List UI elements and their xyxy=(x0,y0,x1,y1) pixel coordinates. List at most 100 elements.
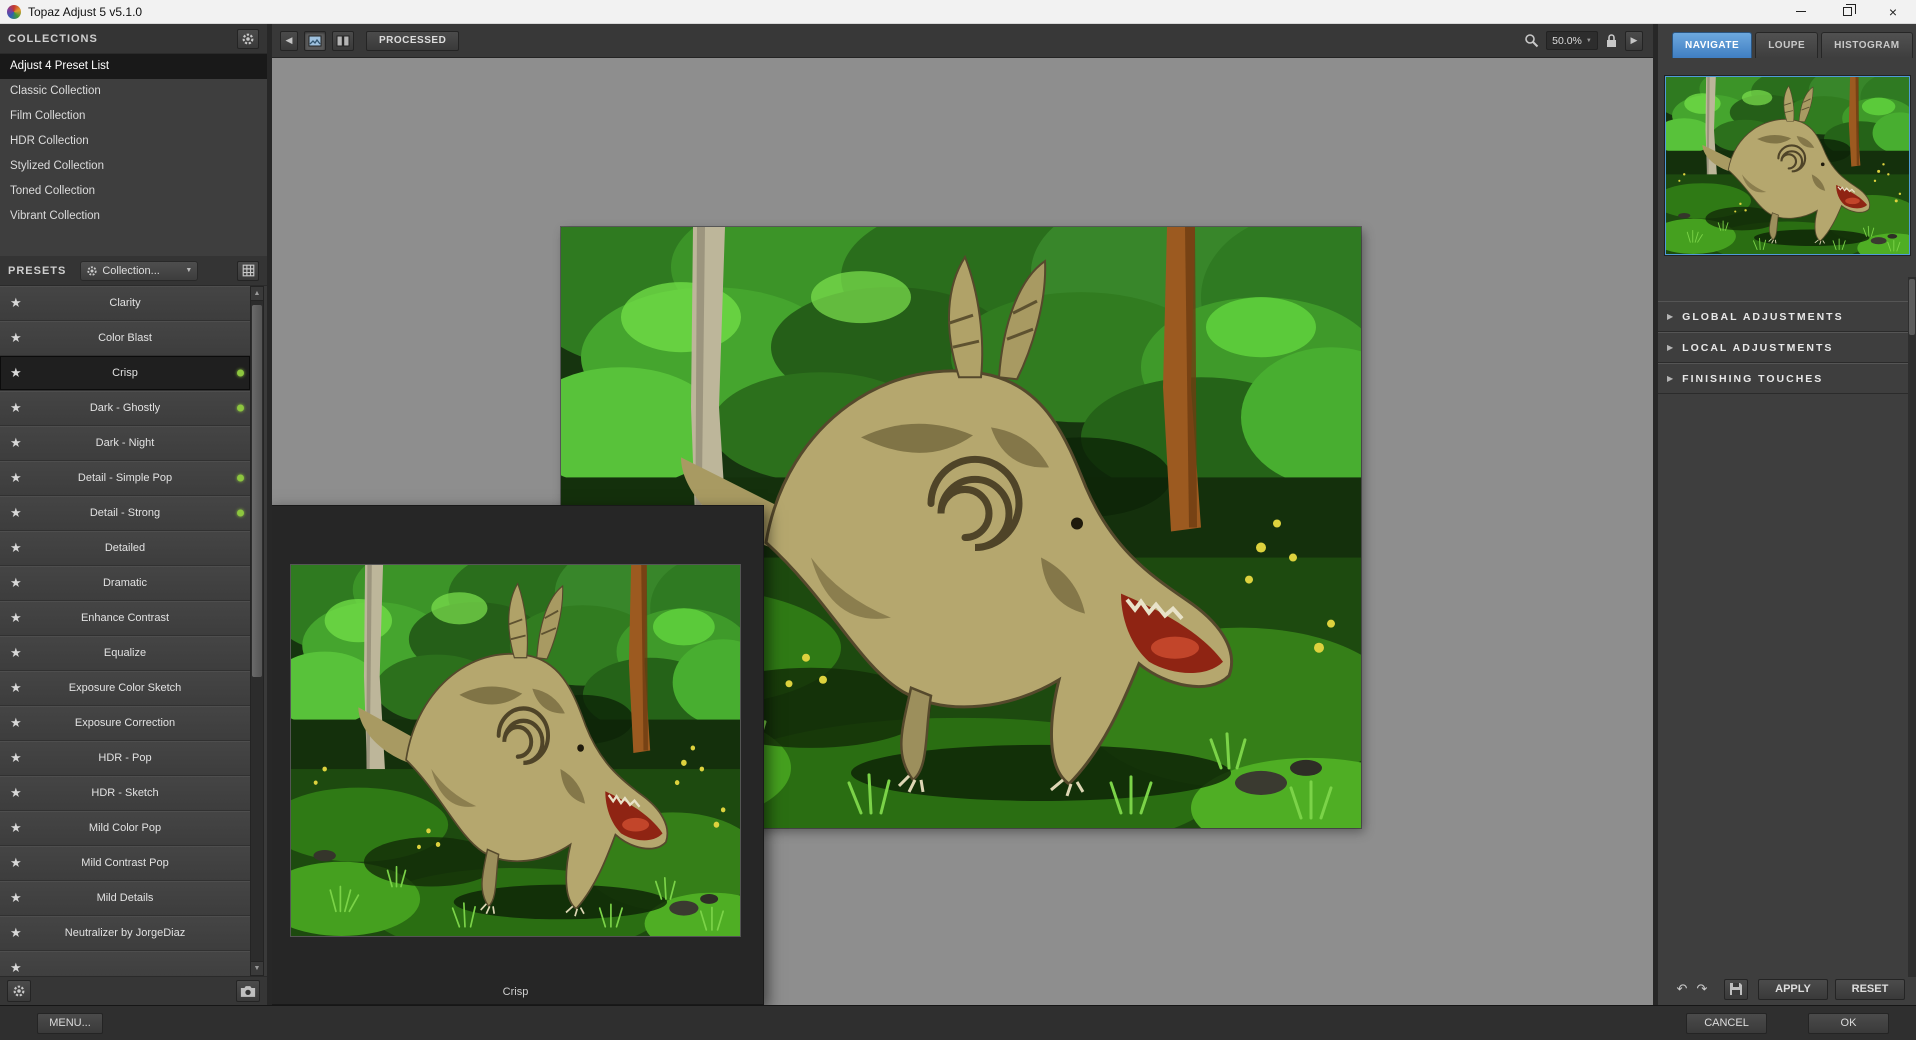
preset-label: Exposure Color Sketch xyxy=(68,682,182,694)
scroll-up-icon[interactable]: ▲ xyxy=(251,287,263,301)
favorite-star-icon[interactable]: ★ xyxy=(10,750,22,766)
scroll-down-icon[interactable]: ▼ xyxy=(251,961,263,975)
favorite-star-icon[interactable]: ★ xyxy=(10,645,22,661)
favorite-star-icon[interactable]: ★ xyxy=(10,925,22,941)
previous-image-button[interactable]: ◀ xyxy=(280,30,298,51)
collection-item-vibrant[interactable]: Vibrant Collection xyxy=(0,204,267,229)
tab-navigate[interactable]: NAVIGATE xyxy=(1672,32,1753,58)
favorite-star-icon[interactable]: ★ xyxy=(10,330,22,346)
split-view-button[interactable] xyxy=(332,30,354,51)
preset-item-crisp[interactable]: ★ Crisp xyxy=(0,356,250,391)
preset-item-equalize[interactable]: ★ Equalize xyxy=(0,636,250,671)
lock-icon xyxy=(1607,34,1616,47)
right-panel-footer: ↶ ↷ APPLY RESET xyxy=(1658,976,1916,1002)
ok-button[interactable]: OK xyxy=(1808,1012,1889,1034)
navigate-thumbnail[interactable] xyxy=(1665,76,1910,255)
favorite-star-icon[interactable]: ★ xyxy=(10,960,22,976)
collection-item-hdr[interactable]: HDR Collection xyxy=(0,129,267,154)
favorite-star-icon[interactable]: ★ xyxy=(10,890,22,906)
processed-toggle-button[interactable]: PROCESSED xyxy=(366,30,460,51)
favorite-star-icon[interactable]: ★ xyxy=(10,400,22,416)
adjustment-sections: ▶ GLOBAL ADJUSTMENTS ▶ LOCAL ADJUSTMENTS… xyxy=(1658,301,1908,394)
minimize-button[interactable] xyxy=(1778,0,1824,24)
collection-item-film[interactable]: Film Collection xyxy=(0,104,267,129)
favorite-star-icon[interactable]: ★ xyxy=(10,505,22,521)
section-local-adjustments[interactable]: ▶ LOCAL ADJUSTMENTS xyxy=(1658,332,1908,363)
collection-filter-dropdown[interactable]: Collection... ▼ xyxy=(80,260,199,281)
preset-label: Detail - Simple Pop xyxy=(77,472,173,484)
favorite-star-icon[interactable]: ★ xyxy=(10,715,22,731)
reset-button[interactable]: RESET xyxy=(1835,978,1905,1000)
favorite-star-icon[interactable]: ★ xyxy=(10,295,22,311)
favorite-star-icon[interactable]: ★ xyxy=(10,540,22,556)
presets-scrollbar[interactable]: ▲ ▼ xyxy=(250,286,264,976)
thumbnail-image xyxy=(1666,77,1909,254)
tab-histogram[interactable]: HISTOGRAM xyxy=(1821,32,1913,58)
scrollbar-thumb[interactable] xyxy=(1909,279,1915,335)
single-view-button[interactable] xyxy=(304,30,326,51)
save-preset-button[interactable] xyxy=(1724,978,1748,1000)
redo-button[interactable]: ↷ xyxy=(1692,979,1712,999)
grid-view-button[interactable] xyxy=(237,260,259,281)
preset-item-clarity[interactable]: ★ Clarity xyxy=(0,286,250,321)
undo-button[interactable]: ↶ xyxy=(1672,979,1692,999)
preset-item-mild-color-pop[interactable]: ★ Mild Color Pop xyxy=(0,811,250,846)
preset-item-color-blast[interactable]: ★ Color Blast xyxy=(0,321,250,356)
preset-item-dark-ghostly[interactable]: ★ Dark - Ghostly xyxy=(0,391,250,426)
magnifier-icon[interactable] xyxy=(1524,33,1539,48)
image-canvas[interactable]: Crisp xyxy=(272,58,1653,1005)
favorite-star-icon[interactable]: ★ xyxy=(10,785,22,801)
favorite-star-icon[interactable]: ★ xyxy=(10,680,22,696)
restore-button[interactable] xyxy=(1824,0,1870,24)
favorite-star-icon[interactable]: ★ xyxy=(10,820,22,836)
collection-item-stylized[interactable]: Stylized Collection xyxy=(0,154,267,179)
filter-dropdown-label: Collection... xyxy=(102,264,160,277)
collection-item-toned[interactable]: Toned Collection xyxy=(0,179,267,204)
preset-label: Mild Contrast Pop xyxy=(81,857,169,869)
favorite-star-icon[interactable]: ★ xyxy=(10,470,22,486)
preset-item-mild-contrast-pop[interactable]: ★ Mild Contrast Pop xyxy=(0,846,250,881)
collections-header: COLLECTIONS xyxy=(0,24,267,54)
snapshot-button[interactable] xyxy=(236,980,260,1002)
favorite-star-icon[interactable]: ★ xyxy=(10,610,22,626)
preset-options-button[interactable] xyxy=(7,980,31,1002)
apply-button[interactable]: APPLY xyxy=(1758,978,1828,1000)
preset-item-hdr-sketch[interactable]: ★ HDR - Sketch xyxy=(0,776,250,811)
favorite-star-icon[interactable]: ★ xyxy=(10,855,22,871)
next-image-button[interactable]: ▶ xyxy=(1625,30,1643,51)
preview-image[interactable] xyxy=(290,564,741,937)
preset-item-exposure-color-sketch[interactable]: ★ Exposure Color Sketch xyxy=(0,671,250,706)
preset-item-neutralizer[interactable]: ★ Neutralizer by JorgeDiaz xyxy=(0,916,250,951)
preset-item-enhance-contrast[interactable]: ★ Enhance Contrast xyxy=(0,601,250,636)
lock-zoom-button[interactable] xyxy=(1605,33,1618,48)
preset-item-detail-strong[interactable]: ★ Detail - Strong xyxy=(0,496,250,531)
section-global-adjustments[interactable]: ▶ GLOBAL ADJUSTMENTS xyxy=(1658,301,1908,332)
preset-item-dark-night[interactable]: ★ Dark - Night xyxy=(0,426,250,461)
favorite-star-icon[interactable]: ★ xyxy=(10,365,22,381)
tab-loupe[interactable]: LOUPE xyxy=(1755,32,1819,58)
preset-label: Equalize xyxy=(103,647,147,659)
preset-item-dramatic[interactable]: ★ Dramatic xyxy=(0,566,250,601)
preset-label: Clarity xyxy=(109,297,141,309)
menu-button[interactable]: MENU... xyxy=(37,1012,103,1034)
preset-item-mild-details[interactable]: ★ Mild Details xyxy=(0,881,250,916)
preset-item-clipped[interactable]: ★ xyxy=(0,951,250,976)
favorite-star-icon[interactable]: ★ xyxy=(10,435,22,451)
preset-item-exposure-correction[interactable]: ★ Exposure Correction xyxy=(0,706,250,741)
adjustments-scrollbar[interactable] xyxy=(1908,277,1916,977)
zoom-level-select[interactable]: 50.0% ▼ xyxy=(1546,31,1598,50)
preset-item-hdr-pop[interactable]: ★ HDR - Pop xyxy=(0,741,250,776)
preset-label: Dramatic xyxy=(102,577,147,589)
section-finishing-touches[interactable]: ▶ FINISHING TOUCHES xyxy=(1658,363,1908,394)
gear-icon xyxy=(242,33,254,44)
preset-item-detail-simple-pop[interactable]: ★ Detail - Simple Pop xyxy=(0,461,250,496)
preset-label: Dark - Ghostly xyxy=(89,402,161,414)
favorite-star-icon[interactable]: ★ xyxy=(10,575,22,591)
preset-item-detailed[interactable]: ★ Detailed xyxy=(0,531,250,566)
scrollbar-thumb[interactable] xyxy=(252,305,262,677)
cancel-button[interactable]: CANCEL xyxy=(1686,1012,1767,1034)
close-button[interactable]: × xyxy=(1870,0,1916,24)
collection-item-classic[interactable]: Classic Collection xyxy=(0,79,267,104)
collection-item-adjust4[interactable]: Adjust 4 Preset List xyxy=(0,54,267,79)
collections-settings-button[interactable] xyxy=(237,28,259,49)
